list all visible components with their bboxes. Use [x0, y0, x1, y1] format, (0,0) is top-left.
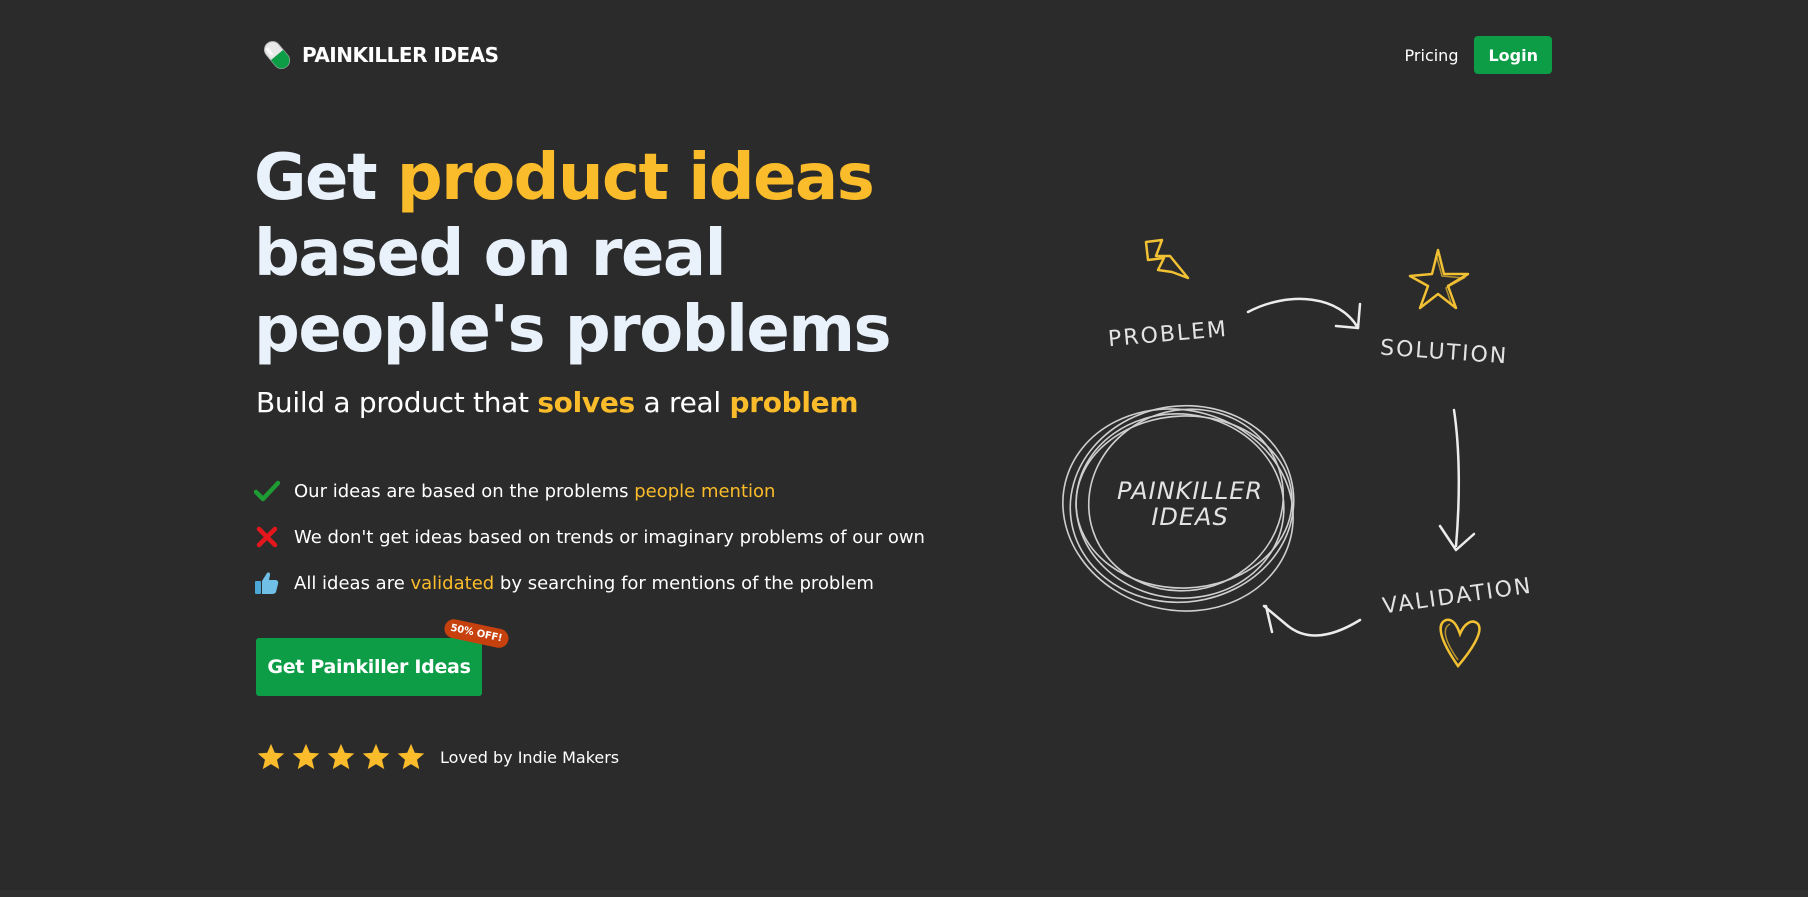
feature-text-after: by searching for mentions of the problem	[494, 572, 874, 594]
subtitle-accent-solves: solves	[537, 386, 635, 419]
get-painkiller-ideas-button[interactable]: Get Painkiller Ideas	[256, 638, 482, 696]
checkmark-icon	[254, 480, 280, 502]
arrow-problem-to-solution	[1246, 297, 1362, 330]
top-nav: Pricing Login	[1405, 36, 1552, 74]
label-core-line1: PAINKILLER	[1116, 477, 1264, 505]
arrow-validation-to-core	[1262, 604, 1362, 637]
hero-title: Get product ideas based on real people's…	[254, 140, 1014, 368]
feature-item: All ideas are validated by searching for…	[254, 560, 925, 606]
star-rating	[256, 742, 426, 772]
label-core-line2: IDEAS	[1151, 503, 1229, 531]
arrow-solution-to-validation	[1438, 408, 1476, 552]
thumbs-up-icon	[255, 572, 279, 594]
hero-subtitle: Build a product that solves a real probl…	[256, 386, 859, 419]
star-icon	[397, 743, 425, 770]
brand-logo-link[interactable]: PAINKILLER IDEAS	[262, 38, 499, 72]
feature-list: Our ideas are based on the problems peop…	[254, 468, 925, 606]
pill-icon	[264, 41, 290, 69]
star-icon	[292, 743, 320, 770]
feature-item: We don't get ideas based on trends or im…	[254, 514, 925, 560]
feature-text-accent: validated	[410, 572, 495, 594]
subtitle-text-2: a real	[634, 386, 730, 419]
feature-item: Our ideas are based on the problems peop…	[254, 468, 925, 514]
star-icon	[362, 743, 390, 770]
brand-name: PAINKILLER IDEAS	[302, 43, 499, 67]
star-icon	[327, 743, 355, 770]
login-button[interactable]: Login	[1474, 36, 1552, 74]
label-core: PAINKILLER IDEAS	[1100, 478, 1280, 530]
feature-text: All ideas are validated by searching for…	[294, 573, 874, 594]
hero-title-accent: product ideas	[396, 141, 875, 215]
hero-title-part2: based on real people's problems	[254, 217, 892, 367]
rating: Loved by Indie Makers	[256, 742, 619, 772]
nav-pricing-link[interactable]: Pricing	[1405, 46, 1459, 65]
subtitle-accent-problem: problem	[729, 386, 859, 419]
subtitle-text-1: Build a product that	[256, 386, 538, 419]
feature-text-main: Our ideas are based on the problems	[294, 480, 635, 502]
cta-container: Get Painkiller Ideas 50% OFF!	[256, 617, 510, 696]
landing-page: PAINKILLER IDEAS Pricing Login Get produ…	[0, 0, 1808, 897]
painkiller-cycle-illustration: PROBLEM SOLUTION VALIDATION PAINKILLER I…	[1040, 200, 1580, 700]
cross-icon	[256, 526, 278, 548]
rating-text: Loved by Indie Makers	[440, 747, 620, 767]
star-doodle-icon	[1408, 248, 1470, 310]
cycle-drawing	[1062, 238, 1481, 669]
star-icon	[257, 743, 285, 770]
feature-text-main: All ideas are	[294, 572, 411, 594]
heart-doodle-icon	[1439, 618, 1481, 669]
feature-text: We don't get ideas based on trends or im…	[294, 526, 925, 548]
bottom-band	[0, 890, 1808, 897]
feature-text: Our ideas are based on the problems peop…	[294, 481, 775, 502]
feature-text-accent: people mention	[634, 480, 776, 502]
hero-title-part1: Get	[254, 141, 397, 215]
lightning-icon	[1144, 238, 1190, 280]
